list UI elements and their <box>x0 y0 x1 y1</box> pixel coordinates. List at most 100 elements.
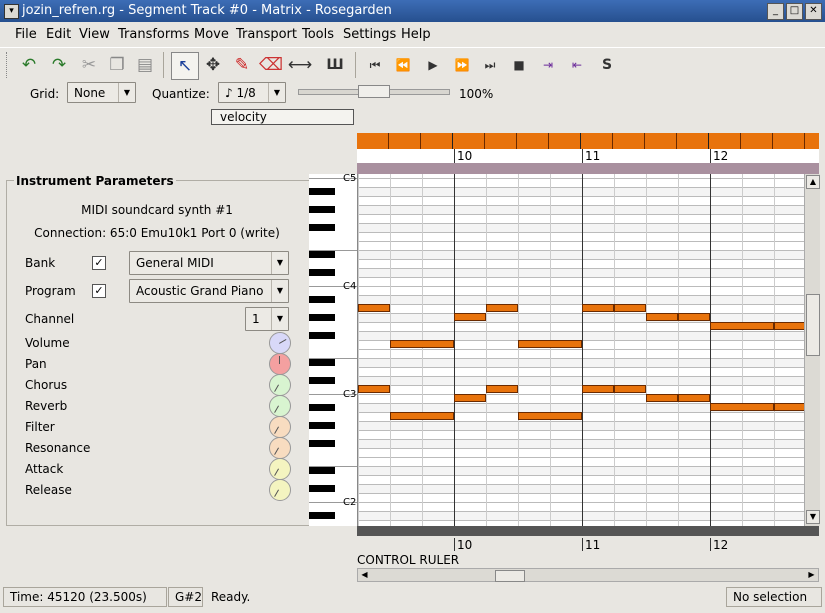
knob-volume[interactable] <box>269 332 291 354</box>
menu-edit[interactable]: Edit <box>46 27 71 42</box>
note-event[interactable] <box>582 304 614 312</box>
rewind-start-icon[interactable]: ⏮ <box>362 52 388 78</box>
solo-button[interactable]: S <box>594 52 620 78</box>
horizontal-scrollbar[interactable]: ◀ ▶ <box>357 568 819 582</box>
bank-checkbox[interactable]: ✓ <box>92 256 106 270</box>
zoom-slider-handle[interactable] <box>358 85 390 98</box>
program-select[interactable]: Acoustic Grand Piano ▼ <box>129 279 289 303</box>
black-key[interactable] <box>309 314 335 321</box>
note-event[interactable] <box>358 304 390 312</box>
note-event[interactable] <box>390 340 454 348</box>
note-event[interactable] <box>614 304 646 312</box>
horizontal-scroll-thumb[interactable] <box>495 570 525 582</box>
menu-file[interactable]: File <box>15 27 37 42</box>
note-matrix[interactable] <box>358 174 804 526</box>
note-event[interactable] <box>454 313 486 321</box>
erase-icon[interactable]: ⌫ <box>258 52 284 78</box>
note-event[interactable] <box>518 340 582 348</box>
black-key[interactable] <box>309 485 335 492</box>
knob-resonance[interactable] <box>269 437 291 459</box>
scroll-right-icon[interactable]: ▶ <box>806 569 817 581</box>
black-key[interactable] <box>309 359 335 366</box>
program-checkbox[interactable]: ✓ <box>92 284 106 298</box>
copy-icon[interactable]: ❐ <box>104 52 130 78</box>
bottom-bar-ruler[interactable]: 10 11 12 <box>357 536 819 552</box>
resize-icon[interactable]: ⟷ <box>287 52 313 78</box>
cut-icon[interactable]: ✂ <box>76 52 102 78</box>
knob-reverb[interactable] <box>269 395 291 417</box>
forward-end-icon[interactable]: ⏭ <box>477 52 503 78</box>
note-event[interactable] <box>486 385 518 393</box>
bar-ruler[interactable]: 10 11 12 <box>357 149 819 163</box>
split-icon[interactable]: Ш <box>322 52 348 78</box>
knob-release[interactable] <box>269 479 291 501</box>
black-key[interactable] <box>309 296 335 303</box>
bank-select[interactable]: General MIDI ▼ <box>129 251 289 275</box>
note-event[interactable] <box>710 322 774 330</box>
menu-settings[interactable]: Settings <box>343 27 396 42</box>
stop-icon[interactable]: ■ <box>506 52 532 78</box>
note-event[interactable] <box>614 385 646 393</box>
loop-ruler[interactable] <box>357 163 819 174</box>
segment-ruler[interactable] <box>357 133 819 149</box>
menu-tools[interactable]: Tools <box>302 27 334 42</box>
note-event[interactable] <box>774 403 804 411</box>
piano-keyboard[interactable]: C5 C4 C3 C2 <box>309 174 358 526</box>
note-event[interactable] <box>582 385 614 393</box>
black-key[interactable] <box>309 251 335 258</box>
black-key[interactable] <box>309 269 335 276</box>
menu-view[interactable]: View <box>79 27 110 42</box>
black-key[interactable] <box>309 512 335 519</box>
note-event[interactable] <box>646 313 678 321</box>
scroll-down-icon[interactable]: ▼ <box>806 510 820 524</box>
black-key[interactable] <box>309 404 335 411</box>
black-key[interactable] <box>309 332 335 339</box>
black-key[interactable] <box>309 440 335 447</box>
black-key[interactable] <box>309 467 335 474</box>
vertical-scrollbar[interactable]: ▲ ▼ <box>804 174 820 526</box>
scroll-up-icon[interactable]: ▲ <box>806 175 820 189</box>
menu-help[interactable]: Help <box>401 27 431 42</box>
draw-icon[interactable]: ✎ <box>229 52 255 78</box>
black-key[interactable] <box>309 422 335 429</box>
channel-select[interactable]: 1 ▼ <box>245 307 289 331</box>
knob-pan[interactable] <box>269 353 291 375</box>
close-icon[interactable]: ✕ <box>805 3 822 20</box>
rewind-icon[interactable]: ⏪ <box>390 52 416 78</box>
note-event[interactable] <box>678 313 710 321</box>
vertical-scroll-thumb[interactable] <box>806 294 820 356</box>
note-event[interactable] <box>518 412 582 420</box>
window-menu-icon[interactable]: ▾ <box>4 4 19 19</box>
black-key[interactable] <box>309 206 335 213</box>
note-event[interactable] <box>710 403 774 411</box>
knob-filter[interactable] <box>269 416 291 438</box>
scroll-left-icon[interactable]: ◀ <box>359 569 370 581</box>
paste-icon[interactable]: ▤ <box>132 52 158 78</box>
note-event[interactable] <box>390 412 454 420</box>
knob-attack[interactable] <box>269 458 291 480</box>
black-key[interactable] <box>309 224 335 231</box>
menu-transforms[interactable]: Transforms <box>118 27 189 42</box>
note-event[interactable] <box>774 322 804 330</box>
grid-select[interactable]: None ▼ <box>67 82 136 103</box>
note-event[interactable] <box>454 394 486 402</box>
maximize-icon[interactable]: □ <box>786 3 803 20</box>
select-icon[interactable]: ↖ <box>171 52 199 80</box>
toolbar-handle[interactable] <box>6 52 10 78</box>
minimize-icon[interactable]: _ <box>767 3 784 20</box>
redo-icon[interactable]: ↷ <box>46 52 72 78</box>
note-event[interactable] <box>486 304 518 312</box>
note-event[interactable] <box>358 385 390 393</box>
menu-transport[interactable]: Transport <box>236 27 297 42</box>
knob-chorus[interactable] <box>269 374 291 396</box>
note-event[interactable] <box>678 394 710 402</box>
fast-forward-icon[interactable]: ⏩ <box>449 52 475 78</box>
menu-move[interactable]: Move <box>194 27 229 42</box>
undo-icon[interactable]: ↶ <box>16 52 42 78</box>
loop-start-icon[interactable]: ⇥ <box>535 52 561 78</box>
move-icon[interactable]: ✥ <box>200 52 226 78</box>
play-icon[interactable]: ▶ <box>420 52 446 78</box>
black-key[interactable] <box>309 377 335 384</box>
note-event[interactable] <box>646 394 678 402</box>
loop-end-icon[interactable]: ⇤ <box>564 52 590 78</box>
